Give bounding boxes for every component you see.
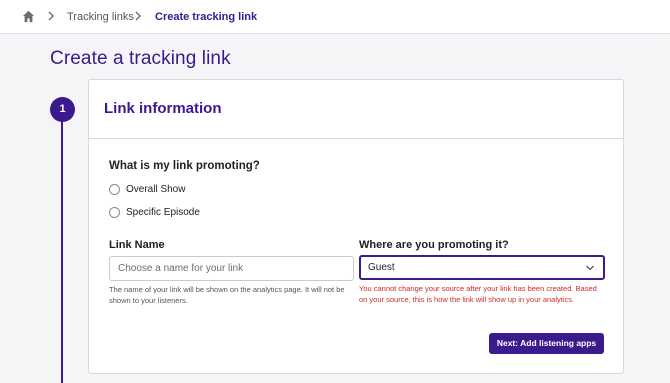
section-header: Link information xyxy=(88,79,624,138)
source-selected-value: Guest xyxy=(368,262,395,273)
next-add-listening-apps-button[interactable]: Next: Add listening apps xyxy=(489,333,604,354)
link-form: What is my link promoting? Overall Show … xyxy=(88,138,624,374)
chevron-down-icon xyxy=(586,265,594,271)
step-indicator: 1 xyxy=(50,97,75,122)
breadcrumb-tracking-links[interactable]: Tracking links xyxy=(67,11,134,23)
source-select[interactable]: Guest xyxy=(359,255,605,280)
breadcrumb-current: Create tracking link xyxy=(155,11,258,23)
radio-label: Specific Episode xyxy=(126,207,200,218)
link-name-label: Link Name xyxy=(109,239,165,251)
link-name-helper: The name of your link will be shown on t… xyxy=(109,285,345,305)
section-title: Link information xyxy=(104,100,222,117)
chevron-right-icon xyxy=(48,11,54,21)
breadcrumb-bar: Tracking links Create tracking link xyxy=(0,0,670,34)
link-name-input[interactable] xyxy=(109,256,354,281)
promotion-question: What is my link promoting? xyxy=(109,160,260,172)
home-icon[interactable] xyxy=(22,10,35,23)
radio-label: Overall Show xyxy=(126,184,186,195)
source-label: Where are you promoting it? xyxy=(359,239,509,251)
chevron-right-icon xyxy=(135,11,141,21)
source-error-message: You cannot change your source after your… xyxy=(359,284,597,304)
step-connector xyxy=(61,118,63,383)
radio-button[interactable] xyxy=(109,184,120,195)
page-title: Create a tracking link xyxy=(50,48,231,69)
radio-button[interactable] xyxy=(109,207,120,218)
